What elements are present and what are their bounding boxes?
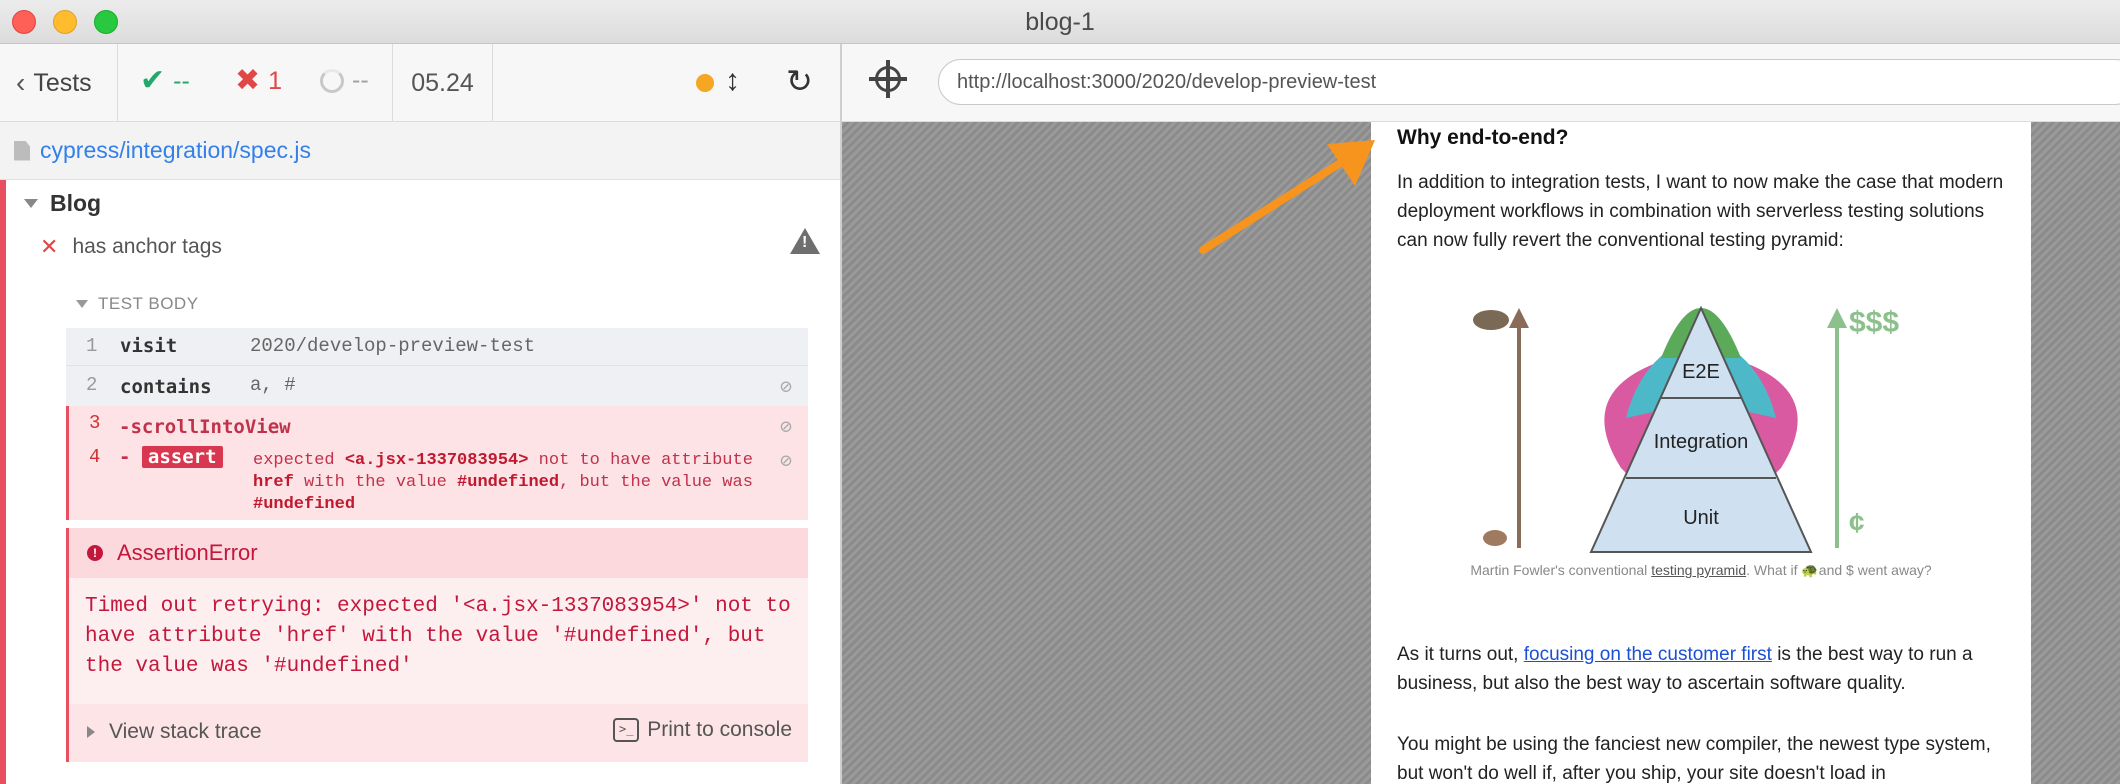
paragraph: As it turns out, focusing on the custome… [1397, 644, 1973, 694]
window-title-bar: blog-1 [0, 0, 2120, 44]
pyramid-label-unit: Unit [1683, 507, 1719, 529]
rabbit-icon [1483, 530, 1507, 546]
test-title: has anchor tags [72, 235, 222, 258]
figure-caption: Martin Fowler's conventional testing pyr… [1470, 562, 1932, 578]
command-row[interactable]: 2 contains a, # ⊘ [66, 366, 808, 406]
test-stats: ✔ -- ✖ 1 -- [118, 44, 393, 122]
runnables-list: Blog ✕ has anchor tags TEST BODY 1 visit… [0, 180, 840, 784]
app-preview: Why end-to-end? In addition to integrati… [842, 44, 2120, 784]
test-body-header[interactable]: TEST BODY [76, 294, 199, 314]
blog-page: Why end-to-end? In addition to integrati… [1371, 122, 2031, 784]
reporter-controls: ↕ ↻ [493, 44, 840, 122]
section-heading: Why end-to-end? [1397, 126, 1569, 149]
auto-scroll-indicator-icon[interactable] [696, 74, 714, 92]
eye-slash-icon: ⊘ [779, 417, 792, 440]
turtle-icon [1473, 310, 1509, 330]
error-message: Timed out retrying: expected '<a.jsx-133… [85, 595, 791, 678]
chevron-left-icon: ‹ [16, 67, 26, 98]
error-title: AssertionError [117, 540, 258, 565]
failed-command-group[interactable]: 3 -scrollIntoView ⊘ 4 - assert ⊘ expecte… [66, 406, 808, 520]
spec-file-bar: cypress/integration/spec.js [0, 122, 840, 180]
eye-slash-icon: ⊘ [779, 451, 792, 474]
test-has-anchor-tags[interactable]: ✕ has anchor tags [40, 228, 820, 260]
annotation-arrow-icon [1199, 140, 1375, 254]
print-to-console-button[interactable]: >_ Print to console [613, 718, 792, 742]
arrowhead [1509, 308, 1529, 328]
run-duration: 05.24 [393, 44, 493, 122]
eye-slash-icon: ⊘ [779, 377, 792, 400]
pyramid-label-integration: Integration [1654, 431, 1749, 453]
cost-low-label: ¢ [1849, 507, 1865, 538]
failed-x-icon: ✕ [40, 234, 59, 259]
warning-icon[interactable] [790, 228, 820, 254]
url-field[interactable] [938, 59, 2120, 105]
spec-path-link[interactable]: cypress/integration/spec.js [40, 137, 311, 164]
error-icon: ! [87, 545, 103, 561]
caret-right-icon [87, 726, 95, 738]
testing-pyramid-figure: E2E Integration Unit $$$ ¢ [1471, 298, 1931, 554]
suite-title: Blog [50, 190, 102, 216]
file-icon [14, 140, 30, 161]
arrowhead [1827, 308, 1847, 328]
pending-count: -- [320, 66, 369, 95]
paragraph: In addition to integration tests, I want… [1397, 172, 2004, 251]
assert-command: - assert [119, 446, 223, 468]
app-under-test-frame: Why end-to-end? In addition to integrati… [842, 122, 2120, 784]
caret-down-icon [76, 300, 88, 308]
window-title: blog-1 [1025, 8, 1095, 36]
assert-message: expected <a.jsx-1337083954> not to have … [253, 451, 753, 514]
x-icon: ✖ [235, 64, 261, 97]
pending-spinner-icon [320, 68, 344, 93]
error-panel: ! AssertionError Timed out retrying: exp… [66, 528, 808, 762]
error-header: ! AssertionError [69, 528, 808, 578]
suite-blog[interactable]: Blog [24, 190, 101, 217]
selector-playground-icon[interactable] [869, 60, 907, 98]
cypress-reporter: ‹ Tests ✔ -- ✖ 1 -- 05.24 ↕ ↻ cypress/in… [0, 44, 842, 784]
command-row[interactable]: 1 visit 2020/develop-preview-test [66, 328, 808, 366]
scroll-toggle-icon[interactable]: ↕ [725, 64, 740, 98]
caret-down-icon [24, 199, 38, 208]
error-footer: View stack trace >_ Print to console [69, 704, 808, 762]
rerun-icon[interactable]: ↻ [786, 62, 813, 100]
cost-high-label: $$$ [1849, 306, 1899, 339]
testing-pyramid-link[interactable]: testing pyramid [1651, 562, 1746, 578]
reporter-header: ‹ Tests ✔ -- ✖ 1 -- 05.24 ↕ ↻ [0, 44, 840, 122]
paragraph: You might be using the fanciest new comp… [1397, 734, 1991, 784]
pyramid-label-e2e: E2E [1682, 361, 1720, 383]
check-icon: ✔ [140, 64, 166, 97]
pyramid-svg: E2E Integration Unit $$$ ¢ [1473, 305, 1899, 553]
passed-count: ✔ -- [140, 64, 190, 97]
terminal-icon: >_ [613, 718, 640, 742]
back-label: Tests [33, 68, 92, 97]
view-stack-trace-toggle[interactable]: View stack trace [87, 720, 262, 744]
failed-count: ✖ 1 [235, 64, 283, 97]
back-to-tests-button[interactable]: ‹ Tests [0, 44, 118, 122]
failed-indicator-strip [0, 180, 6, 784]
customer-first-link[interactable]: focusing on the customer first [1524, 644, 1772, 665]
preview-toolbar [842, 44, 2120, 122]
